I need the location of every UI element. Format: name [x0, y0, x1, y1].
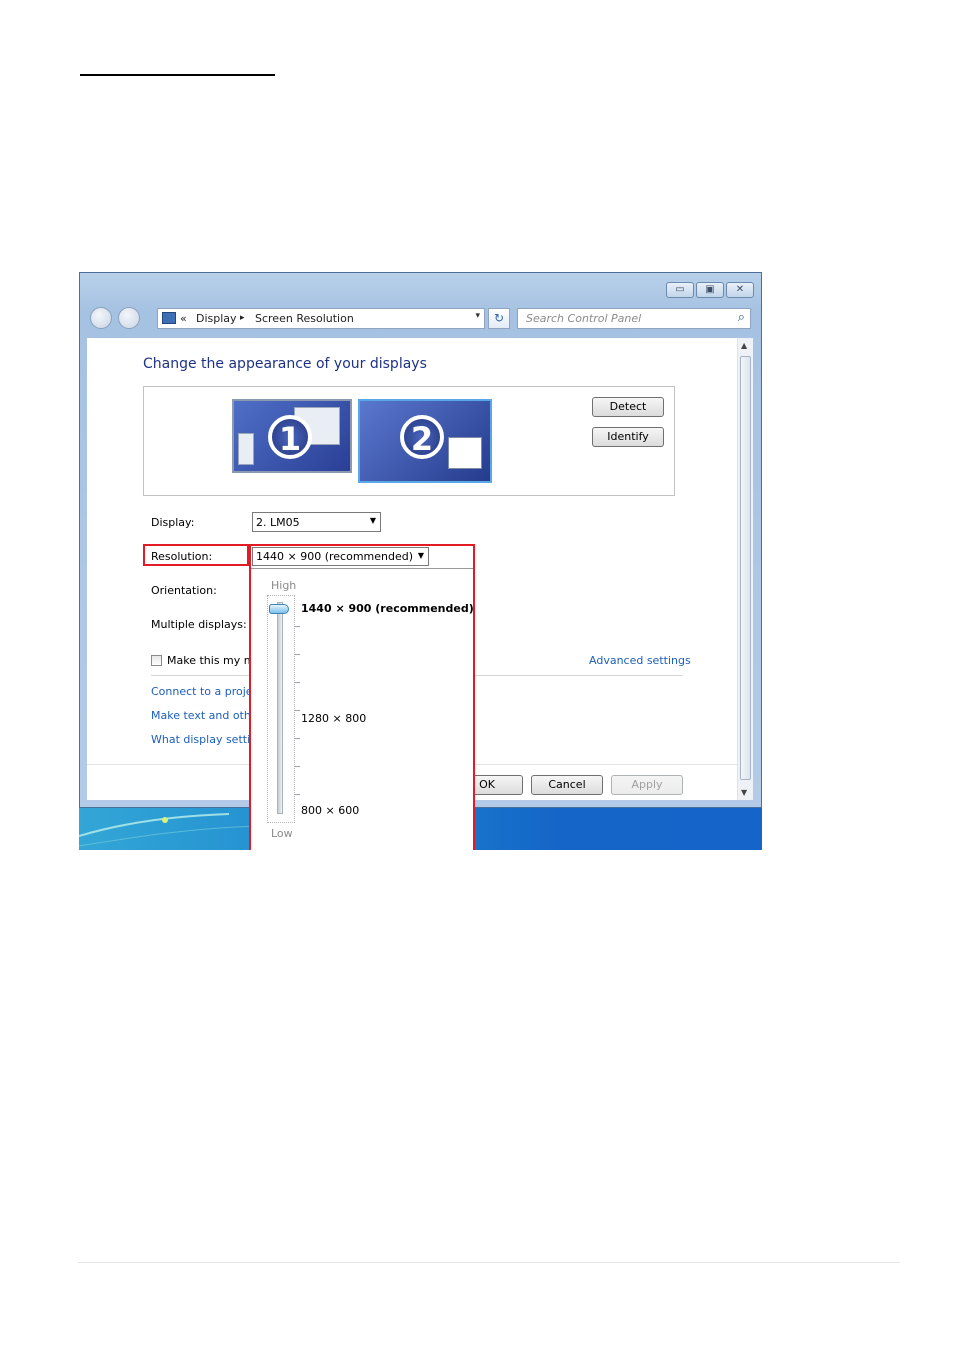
close-icon: ✕	[735, 284, 745, 295]
scrollbar-thumb[interactable]	[740, 356, 751, 780]
display-label: Display:	[151, 516, 195, 529]
chevron-down-icon: ▼	[369, 516, 376, 525]
monitor-2-calculator-thumb	[448, 437, 482, 469]
maximize-icon: ▣	[705, 284, 715, 295]
search-placeholder: Search Control Panel	[526, 312, 642, 325]
apply-button[interactable]: Apply	[611, 775, 683, 795]
multiple-displays-label: Multiple displays:	[151, 618, 247, 631]
make-main-display-label[interactable]: Make this my m	[167, 654, 254, 667]
resolution-label-highlight	[143, 544, 249, 566]
display-settings-help-link[interactable]: What display settin	[151, 733, 257, 746]
search-input[interactable]: Search Control Panel ⌕	[517, 308, 751, 329]
monitor-1-number: 1	[268, 415, 312, 459]
close-button[interactable]: ✕	[726, 282, 754, 298]
monitor-1[interactable]: 1	[232, 399, 352, 473]
breadcrumb-separator-icon: ▸	[240, 313, 245, 323]
search-icon[interactable]: ⌕	[738, 310, 745, 325]
identify-button[interactable]: Identify	[592, 427, 664, 447]
document-heading-rule	[80, 74, 275, 76]
vertical-scrollbar[interactable]: ▲ ▼	[737, 338, 753, 800]
advanced-settings-link[interactable]: Advanced settings	[589, 654, 691, 667]
monitor-1-window-thumb	[238, 433, 254, 465]
control-panel-icon	[162, 312, 176, 324]
refresh-icon: ↻	[493, 311, 505, 325]
breadcrumb-screen-resolution[interactable]: Screen Resolution	[255, 312, 354, 325]
monitor-2[interactable]: 2	[358, 399, 492, 483]
monitor-arrangement: 1 2 Detect Identify	[143, 386, 675, 496]
cancel-button[interactable]: Cancel	[531, 775, 603, 795]
detect-button[interactable]: Detect	[592, 397, 664, 417]
resolution-dropdown-highlight	[249, 544, 475, 850]
page-title: Change the appearance of your displays	[143, 356, 427, 372]
forward-button[interactable]	[118, 307, 140, 329]
breadcrumb-display[interactable]: Display	[196, 312, 237, 325]
scroll-down-icon[interactable]: ▼	[741, 788, 747, 797]
orientation-label: Orientation:	[151, 584, 217, 597]
minimize-icon: ▭	[675, 284, 685, 295]
make-text-larger-link[interactable]: Make text and othe	[151, 709, 258, 722]
caption-buttons: ▭ ▣ ✕	[666, 282, 754, 298]
maximize-button[interactable]: ▣	[696, 282, 724, 298]
screen-resolution-window: ▭ ▣ ✕ « Display ▸ Screen Resolution ▾ ↻ …	[79, 272, 762, 850]
display-select-value: 2. LM05	[256, 516, 300, 529]
refresh-button[interactable]: ↻	[488, 308, 510, 329]
connect-projector-link[interactable]: Connect to a projec	[151, 685, 259, 698]
display-select[interactable]: 2. LM05 ▼	[252, 512, 381, 532]
monitor-2-number: 2	[400, 415, 444, 459]
address-dropdown-icon[interactable]: ▾	[475, 311, 480, 321]
back-button[interactable]	[90, 307, 112, 329]
address-bar[interactable]: « Display ▸ Screen Resolution ▾	[157, 308, 485, 329]
breadcrumb-overflow[interactable]: «	[180, 312, 187, 325]
make-main-display-checkbox[interactable]	[151, 655, 162, 666]
minimize-button[interactable]: ▭	[666, 282, 694, 298]
scroll-up-icon[interactable]: ▲	[741, 341, 747, 350]
page-footer-rule	[78, 1262, 900, 1263]
